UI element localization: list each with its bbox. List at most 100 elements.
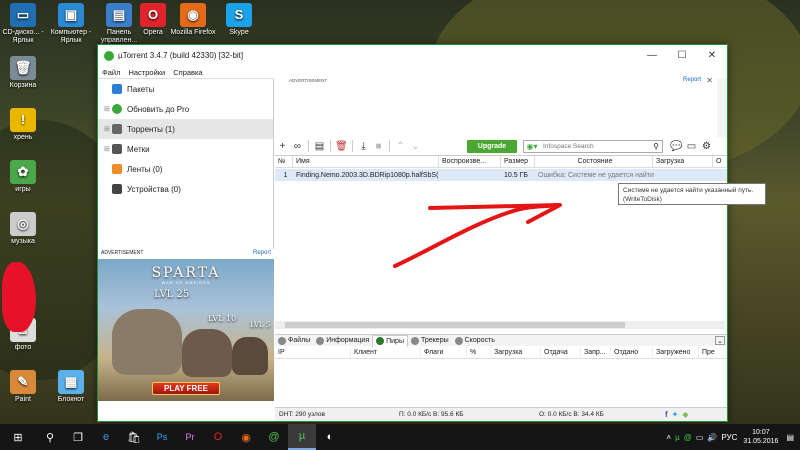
search-input[interactable] xyxy=(540,140,650,152)
clock[interactable]: 10:07 31.05.2016 xyxy=(743,428,778,446)
desktop-icon[interactable]: ✿ игры xyxy=(0,160,46,194)
sidebar-item[interactable]: ⊞ Торренты (1) xyxy=(98,119,273,139)
expand-icon[interactable]: ⊞ xyxy=(104,145,112,153)
col-play[interactable]: Воспроизве... xyxy=(439,156,501,167)
remote-icon[interactable]: ▭ xyxy=(684,139,699,153)
add-link-icon[interactable]: ∞ xyxy=(290,139,305,153)
move-down-icon[interactable]: ⌄ xyxy=(408,139,423,153)
collapse-panel-icon[interactable]: ⌄ xyxy=(715,336,725,345)
search-icon[interactable]: ⚲ xyxy=(36,424,64,450)
sidebar-item[interactable]: Устройства (0) xyxy=(98,179,273,199)
firefox-icon[interactable]: ◉ xyxy=(232,424,260,450)
start-button[interactable]: ⊞ xyxy=(0,424,36,450)
tab-info[interactable]: Информация xyxy=(313,335,372,347)
expand-icon[interactable]: ⊞ xyxy=(104,105,112,113)
tray-network-icon[interactable]: ▭ xyxy=(696,433,704,442)
sidebar-item[interactable]: Ленты (0) xyxy=(98,159,273,179)
tag-icon xyxy=(112,144,122,154)
status-bar: DHT: 290 узлов П: 0.0 КБ/с В: 95.6 КБ О:… xyxy=(275,407,727,421)
menu-file[interactable]: Файл xyxy=(102,68,120,77)
sidebar-item[interactable]: ⊞ Метки xyxy=(98,139,273,159)
col-download[interactable]: Загрузка xyxy=(653,156,713,167)
play-free-button[interactable]: PLAY FREE xyxy=(152,382,220,395)
top-ad-report-link[interactable]: Report xyxy=(683,77,701,83)
upgrade-button[interactable]: Upgrade xyxy=(467,139,517,153)
add-torrent-icon[interactable]: + xyxy=(275,139,290,153)
menu-settings[interactable]: Настройки xyxy=(128,68,165,77)
top-ad-banner[interactable]: ADVERTISEMENT Report ✕ xyxy=(275,76,715,138)
android-icon[interactable]: ◆ xyxy=(678,410,688,419)
scrollbar-thumb[interactable] xyxy=(285,322,625,328)
col-name[interactable]: Имя xyxy=(293,156,439,167)
twitter-icon[interactable]: ✦ xyxy=(668,410,679,419)
desktop-icon[interactable]: S Skype xyxy=(216,3,262,37)
col-ip[interactable]: IP xyxy=(275,347,351,358)
agent-icon[interactable]: @ xyxy=(260,424,288,450)
tray-agent-icon[interactable]: @ xyxy=(684,433,692,442)
gear-icon[interactable]: ⚙ xyxy=(699,139,714,153)
desktop-icon[interactable]: ▣ Компьютер - Ярлык xyxy=(48,3,94,45)
horizontal-scrollbar[interactable] xyxy=(275,321,725,329)
app-taskbar-icon[interactable]: ◐ xyxy=(316,424,344,450)
tray-volume-icon[interactable]: 🔊 xyxy=(707,433,717,442)
desktop-icon[interactable]: ◉ Mozilla Firefox xyxy=(170,3,216,37)
col-peer-dl[interactable]: Пре xyxy=(699,347,727,358)
tab-files[interactable]: Файлы xyxy=(275,335,313,347)
col-num[interactable]: № xyxy=(275,156,293,167)
search-provider-icon[interactable]: ◉▾ xyxy=(524,141,540,152)
desktop-icon[interactable]: ✎ Paint xyxy=(0,370,46,404)
download-status: П: 0.0 КБ/с В: 95.6 КБ xyxy=(399,411,464,418)
opera-icon[interactable]: O xyxy=(204,424,232,450)
col-size[interactable]: Размер xyxy=(501,156,535,167)
sidebar-item[interactable]: Пакеты xyxy=(98,79,273,99)
desktop-icon[interactable]: 🗑 Корзина xyxy=(0,56,46,90)
col-status[interactable]: Состояние xyxy=(535,156,653,167)
stop-icon[interactable]: ■ xyxy=(371,139,386,153)
col-flags[interactable]: Флаги xyxy=(421,347,467,358)
col-client[interactable]: Клиент xyxy=(351,347,421,358)
sparta-ad-banner[interactable]: SPARTA WAR OF EMPIRES LVL 25 LVL 10 LVL … xyxy=(98,259,274,401)
table-row[interactable]: 1 Finding.Nemo.2003.3D.BDRip1080p.halfSb… xyxy=(275,169,727,181)
search-icon[interactable]: ⚲ xyxy=(650,142,662,151)
col-upload[interactable]: О xyxy=(713,156,727,167)
edge-icon[interactable]: e xyxy=(92,424,120,450)
menu-help[interactable]: Справка xyxy=(173,68,202,77)
create-torrent-icon[interactable]: ▤ xyxy=(312,139,327,153)
col-uploaded[interactable]: Отдано xyxy=(611,347,653,358)
close-button[interactable]: ✕ xyxy=(697,45,727,66)
move-up-icon[interactable]: ⌃ xyxy=(393,139,408,153)
tab-peers[interactable]: Пиры xyxy=(372,334,408,347)
expand-icon[interactable]: ⊞ xyxy=(104,125,112,133)
maximize-button[interactable]: ☐ xyxy=(667,45,697,66)
desktop-icon-label: Блокнот xyxy=(57,396,85,403)
delete-icon[interactable]: 🗑 xyxy=(334,139,349,153)
start-download-icon[interactable]: ⤓ xyxy=(356,139,371,153)
tray-expand-icon[interactable]: ˄ xyxy=(666,433,671,442)
photoshop-icon[interactable]: Ps xyxy=(148,424,176,450)
col-requests[interactable]: Запр... xyxy=(581,347,611,358)
tray-utorrent-icon[interactable]: µ xyxy=(675,433,680,442)
desktop-icon[interactable]: ▦ Блокнот xyxy=(48,370,94,404)
sidebar-item[interactable]: ⊞ Обновить до Pro xyxy=(98,99,273,119)
left-ad-report-link[interactable]: Report xyxy=(253,250,271,259)
task-view-icon[interactable]: ❐ xyxy=(64,424,92,450)
desktop-icon[interactable]: ▭ CD-диско... - Ярлык xyxy=(0,3,46,45)
utorrent-taskbar-icon[interactable]: µ xyxy=(288,424,316,450)
desktop-icon[interactable]: ! хрень xyxy=(0,108,46,142)
col-downloaded[interactable]: Загружено xyxy=(653,347,699,358)
col-peer-upload[interactable]: Отдача xyxy=(541,347,581,358)
tray-lang-indicator[interactable]: РУС xyxy=(721,433,737,442)
notifications-icon[interactable]: ▤ xyxy=(786,433,794,442)
premiere-icon[interactable]: Pr xyxy=(176,424,204,450)
tab-trackers[interactable]: Трекеры xyxy=(408,335,452,347)
chat-icon[interactable]: 💬 xyxy=(669,139,684,153)
col-peer-download[interactable]: Загрузка xyxy=(491,347,541,358)
desktop-icon[interactable]: ◎ музыка xyxy=(0,212,46,246)
minimize-button[interactable]: — xyxy=(637,45,667,66)
col-percent[interactable]: % xyxy=(467,347,491,358)
store-icon[interactable]: 🛍 xyxy=(120,424,148,450)
top-ad-scrollbar[interactable] xyxy=(717,78,727,138)
title-bar[interactable]: µTorrent 3.4.7 (build 42330) [32-bit] — … xyxy=(98,45,727,66)
top-ad-close-icon[interactable]: ✕ xyxy=(706,76,713,85)
tab-speed[interactable]: Скорость xyxy=(452,335,498,347)
